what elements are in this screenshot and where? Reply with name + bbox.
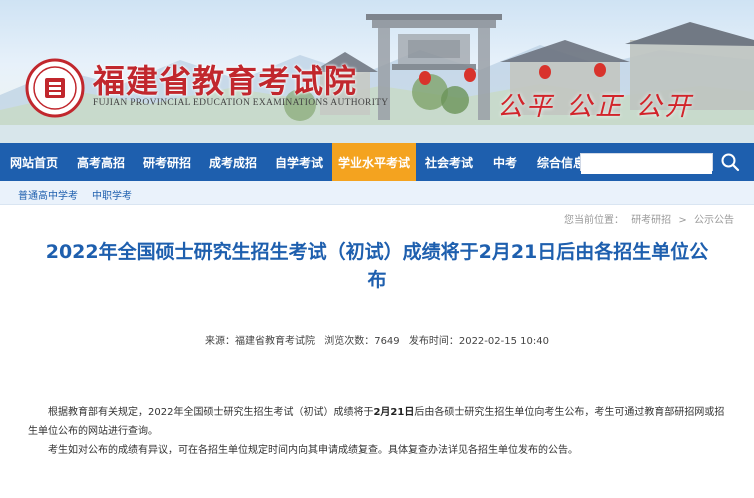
slogan: 公平 公正 公开 [497,92,694,122]
nav-item-shehui[interactable]: 社会考试 [416,143,482,181]
site-subtitle: FUJIAN PROVINCIAL EDUCATION EXAMINATIONS… [93,98,389,108]
nav-item-gaokao[interactable]: 高考高招 [68,143,134,181]
search-box [580,153,713,174]
breadcrumb-item-yankao[interactable]: 研考研招 [631,215,671,226]
paragraph-date-highlight: 2月21日 [373,407,415,418]
article-paragraph: 考生如对公布的成绩有异议，可在各招生单位规定时间内向其申请成绩复查。具体复查办法… [48,445,578,456]
nav-item-home[interactable]: 网站首页 [0,143,68,181]
article-published: 发布时间：2022-02-15 10:40 [408,336,549,347]
nav-item-zikao[interactable]: 自学考试 [266,143,332,181]
article-title: 2022年全国硕士研究生招生考试（初试）成绩将于2月21日后由各招生单位公布 [45,241,709,291]
subnav-item-gaozhong[interactable]: 普通高中学考 [18,187,78,202]
breadcrumb-separator: > [678,215,687,226]
breadcrumb: 您当前位置： 研考研招 > 公示公告 [564,211,738,226]
site-title: 福建省教育考试院 [93,62,358,100]
breadcrumb-prefix: 您当前位置： [564,215,624,226]
article-views: 浏览次数：7649 [324,336,400,347]
article-source: 来源：福建省教育考试院 [205,336,316,347]
site-banner: 福建省教育考试院 FUJIAN PROVINCIAL EDUCATION EXA… [0,0,754,143]
article-meta: 来源：福建省教育考试院 浏览次数：7649 发布时间：2022-02-15 10… [0,332,754,347]
article-paragraph: 根据教育部有关规定，2022年全国硕士研究生招生考试（初试）成绩将于2月21日后… [28,403,728,441]
search-input[interactable] [581,158,712,174]
article-body: 根据教育部有关规定，2022年全国硕士研究生招生考试（初试）成绩将于2月21日后… [28,403,728,460]
nav-item-chengkao[interactable]: 成考成招 [200,143,266,181]
search-icon[interactable] [719,150,741,174]
nav-item-zhongkao[interactable]: 中考 [482,143,528,181]
subnav-item-zhongzhi[interactable]: 中职学考 [92,187,132,202]
paragraph-text: 根据教育部有关规定，2022年全国硕士研究生招生考试（初试）成绩将于 [48,407,374,418]
nav-item-yankao[interactable]: 研考研招 [134,143,200,181]
breadcrumb-item-gonggao[interactable]: 公示公告 [694,215,734,226]
sub-nav: 普通高中学考 中职学考 [0,181,754,205]
logo-emblem-icon [25,58,85,118]
nav-item-xueye[interactable]: 学业水平考试 [332,143,416,181]
